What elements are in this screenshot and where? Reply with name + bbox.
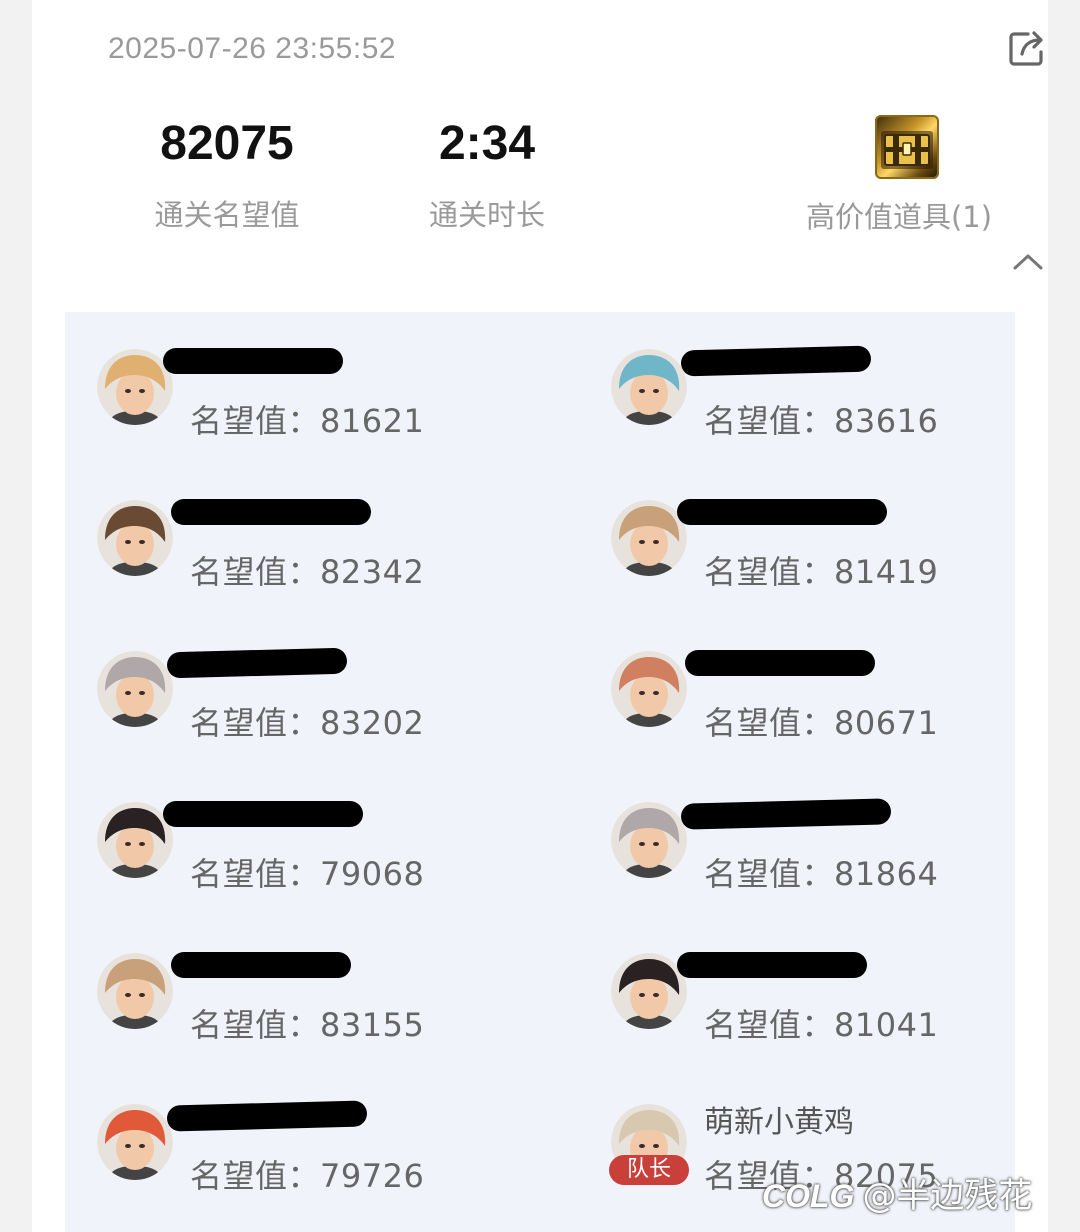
name-redaction-mark (163, 348, 343, 374)
member-fame: 名望值：83202 (190, 704, 425, 742)
avatar-silver-hair-woman[interactable] (97, 651, 173, 727)
party-member-item[interactable]: 名望值：83202 (65, 614, 515, 742)
high-value-item-label: 高价值道具(1) (805, 200, 993, 234)
avatar-brown-hair-girl[interactable] (611, 651, 687, 727)
avatar-silver-hair-woman[interactable] (611, 802, 687, 878)
clear-fame-label: 通关名望值 (154, 198, 300, 232)
name-redaction-mark (677, 499, 887, 525)
member-fame: 名望值：83616 (704, 402, 939, 440)
avatar-black-hair-woman[interactable] (97, 802, 173, 878)
name-redaction-mark (680, 345, 872, 377)
clear-time-value: 2:34 (438, 117, 536, 170)
party-member-item[interactable]: 名望值：79726 (65, 1067, 515, 1195)
chevron-up-icon (1013, 254, 1043, 270)
party-member-item[interactable]: 名望值：81864 (579, 765, 1029, 893)
share-button[interactable] (1006, 28, 1050, 68)
member-fame: 名望值：82342 (190, 553, 425, 591)
avatar-dark-hair-man[interactable] (97, 500, 173, 576)
party-member-item[interactable]: 名望值：81419 (579, 463, 1029, 591)
member-fame: 名望值：79726 (190, 1157, 425, 1195)
clear-time-label: 通关时长 (428, 198, 545, 232)
avatar-blonde-fighter[interactable] (97, 349, 173, 425)
record-timestamp: 2025-07-26 23:55:52 (108, 32, 397, 65)
avatar-black-hair-woman[interactable] (611, 953, 687, 1029)
party-member-item[interactable]: 名望值：80671 (579, 614, 1029, 742)
party-members-panel: 名望值：81621 名望值：83616 名望值：82342 名望值：81419 名望值：… (65, 312, 1015, 1232)
name-redaction-mark (171, 499, 371, 525)
watermark: COLG @半边残花 (762, 1168, 1032, 1217)
name-redaction-mark (163, 801, 363, 827)
clear-time-stat: 2:34 通关时长 (417, 116, 557, 234)
leader-badge: 队长 (609, 1155, 689, 1185)
party-member-item[interactable]: 名望值：79068 (65, 765, 515, 893)
party-member-item[interactable]: 名望值：81041 (579, 916, 1029, 1044)
high-value-item-icon[interactable] (875, 115, 939, 179)
avatar-masked-spiky-hair[interactable] (97, 953, 173, 1029)
member-fame: 名望值：79068 (190, 855, 425, 893)
watermark-handle: @半边残花 (862, 1176, 1033, 1216)
collapse-button[interactable] (1010, 246, 1046, 276)
avatar-red-hair-girl[interactable] (97, 1104, 173, 1180)
name-redaction-mark (171, 952, 351, 978)
party-member-item[interactable]: 名望值：81621 (65, 312, 515, 440)
watermark-logo: COLG (762, 1178, 855, 1214)
member-fame: 名望值：81419 (704, 553, 939, 591)
member-fame: 名望值：81864 (704, 855, 939, 893)
avatar-teal-hair-girl[interactable] (611, 349, 687, 425)
name-redaction-mark (166, 647, 348, 679)
party-member-item[interactable]: 名望值：83155 (65, 916, 515, 1044)
name-redaction-mark (685, 650, 875, 676)
party-member-item[interactable]: 名望值：82342 (65, 463, 515, 591)
member-fame: 名望值：81621 (190, 402, 425, 440)
name-redaction-mark (166, 1100, 368, 1132)
member-name: 萌新小黄鸡 (704, 1105, 854, 1140)
avatar-masked-spiky-hair[interactable] (611, 500, 687, 576)
treasure-chest-icon (881, 131, 933, 169)
clear-fame-stat: 82075 通关名望值 (142, 116, 312, 234)
party-member-item[interactable]: 名望值：83616 (579, 312, 1029, 440)
member-fame: 名望值：83155 (190, 1006, 425, 1044)
member-fame: 名望值：80671 (704, 704, 939, 742)
name-redaction-mark (680, 798, 892, 830)
member-fame: 名望值：81041 (704, 1006, 939, 1044)
name-redaction-mark (677, 952, 867, 978)
clear-fame-value: 82075 (160, 117, 294, 170)
share-icon (1009, 31, 1043, 66)
